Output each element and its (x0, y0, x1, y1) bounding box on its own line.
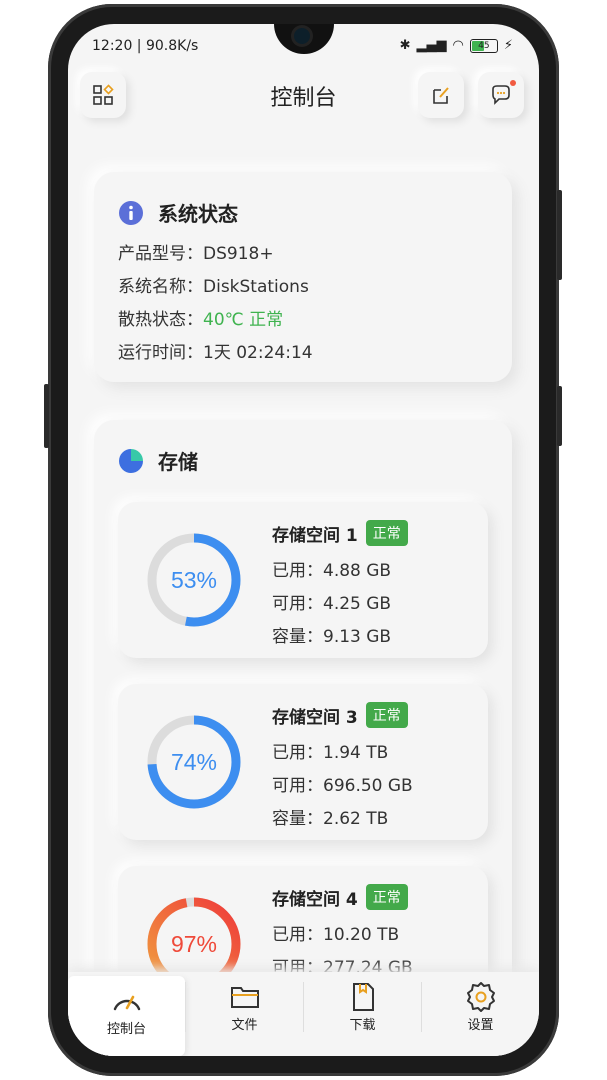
system-status-title: 系统状态 (158, 202, 238, 226)
thermal-value: 40℃ 正常 (203, 310, 284, 330)
free-row: 可用：696.50 GB (272, 776, 413, 796)
storage-title: 存储 (158, 450, 198, 474)
volume-title: 存储空间 4 正常 (272, 884, 408, 910)
notification-dot (510, 80, 516, 86)
volume-title: 存储空间 1 正常 (272, 520, 408, 546)
screen: 12:20 | 90.8K/s ✱ ▂▄▆ ◠ 45 ⚡ 控制台 系统状态 产品… (68, 24, 539, 1056)
info-icon (119, 200, 143, 225)
volume-name: 存储空间 3 (272, 707, 358, 728)
thermal-row: 散热状态：40℃ 正常 (118, 305, 283, 330)
system-name-row: 系统名称：DiskStations (118, 277, 309, 297)
volume-card-1[interactable]: 53% 存储空间 1 正常 已用：4.88 GB 可用：4.25 GB 容量：9… (118, 502, 488, 658)
usage-donut: 74% (147, 715, 241, 809)
pie-chart-icon (119, 448, 143, 473)
signal-icon: ▂▄▆ (416, 38, 447, 53)
used-row: 已用：4.88 GB (272, 561, 392, 581)
charging-icon: ⚡ (503, 38, 513, 53)
download-file-icon (352, 983, 374, 1011)
free-row: 可用：4.25 GB (272, 594, 392, 614)
battery-icon: 45 (469, 38, 498, 53)
bottom-tab-bar: 控制台 文件 下载 设置 (68, 972, 539, 1056)
folder-icon (230, 987, 259, 1008)
page-title: 控制台 (270, 86, 337, 111)
status-badge: 正常 (365, 884, 408, 910)
system-status-card: 系统状态 产品型号：DS918+ 系统名称：DiskStations 散热状态：… (94, 172, 512, 382)
top-bar: 控制台 (68, 72, 539, 120)
tab-label: 下载 (349, 1018, 376, 1033)
volume-name: 存储空间 1 (272, 525, 358, 546)
thermal-label: 散热状态： (118, 310, 203, 330)
tab-files[interactable]: 文件 (186, 972, 303, 1056)
storage-card: 存储 53% 存储空间 1 正常 已用：4.88 GB 可用：4.25 GB 容… (94, 420, 512, 1056)
edit-icon (433, 87, 449, 104)
uptime-row: 运行时间：1天 02:24:14 (118, 343, 313, 363)
status-icons: ✱ ▂▄▆ ◠ 45 ⚡ (400, 38, 513, 53)
usage-donut: 53% (147, 533, 241, 627)
status-bar: 12:20 | 90.8K/s ✱ ▂▄▆ ◠ 45 ⚡ (68, 36, 539, 60)
capacity-row: 容量：9.13 GB (272, 627, 392, 647)
gear-icon (466, 982, 495, 1012)
power-button (557, 190, 562, 280)
wifi-icon: ◠ (452, 38, 464, 53)
tab-label: 控制台 (106, 1022, 146, 1037)
chat-bubble-icon (492, 85, 510, 105)
tab-dashboard[interactable]: 控制台 (68, 976, 185, 1056)
volume-name: 存储空间 4 (272, 889, 358, 910)
usage-percent: 97% (171, 931, 217, 957)
side-button (557, 386, 562, 446)
system-status-heading: 系统状态 (118, 198, 238, 227)
used-row: 已用：10.20 TB (272, 925, 400, 945)
tab-downloads[interactable]: 下载 (304, 972, 421, 1056)
used-row: 已用：1.94 TB (272, 743, 389, 763)
status-time-speed: 12:20 | 90.8K/s (92, 38, 199, 54)
model-row: 产品型号：DS918+ (118, 244, 274, 264)
capacity-row: 容量：2.62 TB (272, 809, 389, 829)
storage-heading: 存储 (118, 446, 198, 475)
messages-button[interactable] (478, 72, 524, 118)
tab-label: 设置 (467, 1018, 494, 1033)
tab-settings[interactable]: 设置 (422, 972, 539, 1056)
volume-title: 存储空间 3 正常 (272, 702, 408, 728)
usage-percent: 74% (171, 749, 217, 775)
status-badge: 正常 (365, 520, 408, 546)
volume-button (44, 384, 49, 448)
gauge-icon (113, 995, 140, 1011)
volume-card-3[interactable]: 74% 存储空间 3 正常 已用：1.94 TB 可用：696.50 GB 容量… (118, 684, 488, 840)
edit-button[interactable] (418, 72, 464, 118)
status-badge: 正常 (365, 702, 408, 728)
tab-label: 文件 (231, 1018, 258, 1033)
bluetooth-icon: ✱ (399, 38, 411, 53)
usage-percent: 53% (171, 567, 217, 593)
